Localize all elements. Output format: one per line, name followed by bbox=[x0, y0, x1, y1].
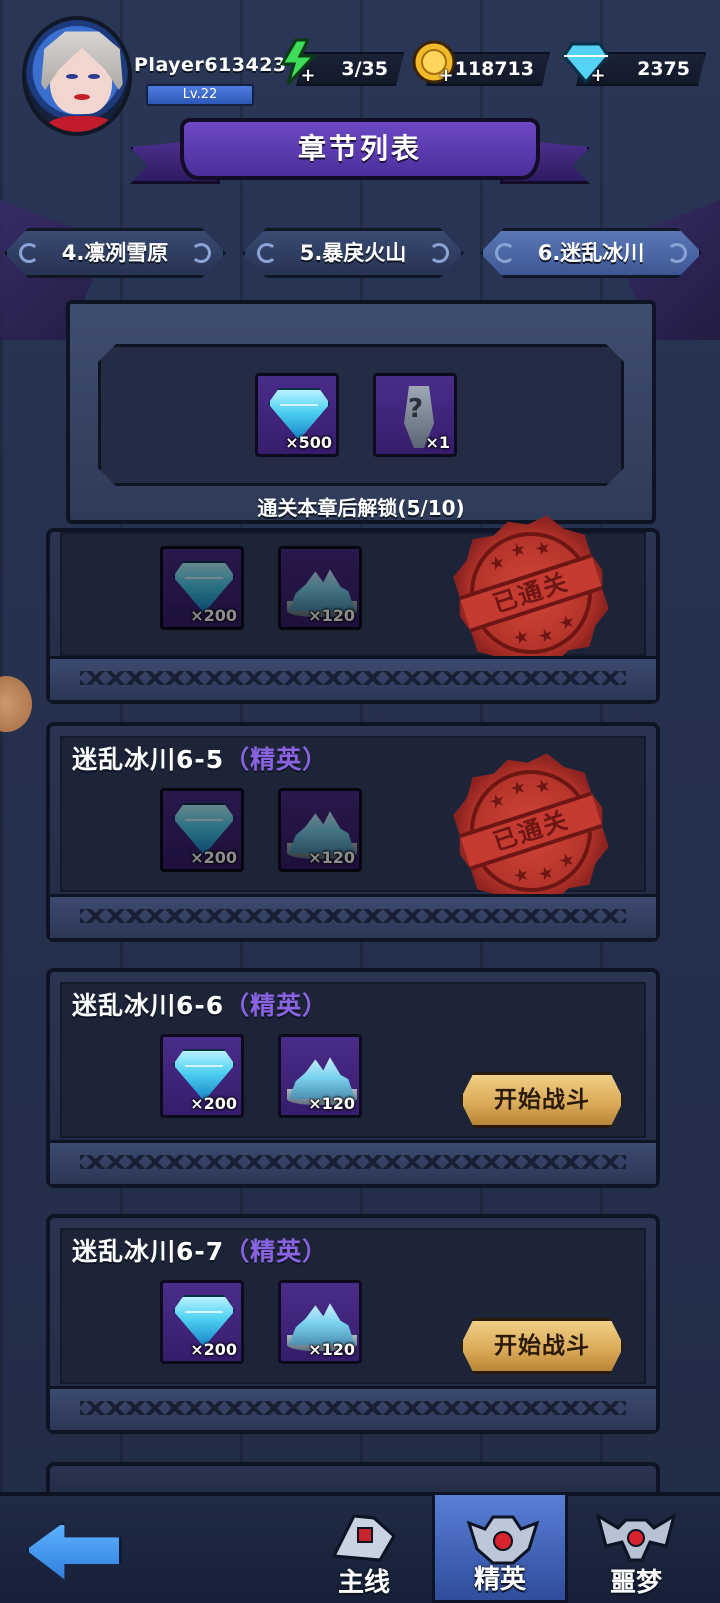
reward-qty: ×120 bbox=[308, 1340, 355, 1359]
tab-chapter-5[interactable]: 5.暴戾火山 bbox=[242, 228, 464, 278]
main-line-icon bbox=[331, 1514, 396, 1562]
reward-qty: ×1 bbox=[425, 433, 450, 452]
gold-plus-icon[interactable]: + bbox=[438, 67, 454, 85]
tab-chapter-4[interactable]: 4.凛冽雪原 bbox=[4, 228, 226, 278]
reward-diamond-slot[interactable]: ×200 bbox=[160, 1034, 244, 1118]
thorn-border bbox=[50, 656, 656, 700]
gem-value: 2375 bbox=[637, 58, 690, 80]
reward-diamond-slot[interactable]: ×200 bbox=[160, 546, 244, 630]
page-title: 章节列表 bbox=[297, 132, 422, 165]
title-banner: 章节列表 bbox=[130, 110, 590, 194]
nav-tab-nightmare[interactable]: 噩梦 bbox=[568, 1492, 704, 1603]
thorn-border bbox=[50, 1386, 656, 1430]
swirl-icon bbox=[429, 243, 449, 263]
reward-qty: ×500 bbox=[285, 433, 332, 452]
gem-plus-icon[interactable]: + bbox=[590, 67, 606, 85]
reward-diamond-slot[interactable]: ×200 bbox=[160, 788, 244, 872]
elite-tag: （精英） bbox=[224, 1237, 329, 1266]
nav-tab-main[interactable]: 主线 bbox=[296, 1492, 432, 1603]
back-arrow-icon bbox=[26, 1522, 122, 1580]
chapter-reward-panel: ×500 ? ×1 通关本章后解锁(5/10) bbox=[66, 300, 656, 524]
stage-title: 迷乱冰川6-6（精英） bbox=[72, 991, 329, 1020]
reward-ore-slot[interactable]: ×120 bbox=[278, 546, 362, 630]
tab-chapter-6[interactable]: 6.迷乱冰川 bbox=[480, 228, 702, 278]
reward-diamond-slot[interactable]: ×500 bbox=[255, 373, 339, 457]
reward-ore-slot[interactable]: ×120 bbox=[278, 1280, 362, 1364]
player-avatar[interactable] bbox=[22, 16, 132, 136]
swirl-icon bbox=[257, 243, 277, 263]
swirl-icon bbox=[667, 243, 687, 263]
thorn-border bbox=[50, 894, 656, 938]
start-battle-button[interactable]: 开始战斗 bbox=[460, 1318, 624, 1374]
ice-ore-icon bbox=[289, 569, 355, 611]
ice-ore-icon bbox=[289, 811, 355, 853]
start-battle-button[interactable]: 开始战斗 bbox=[460, 1072, 624, 1128]
swirl-icon bbox=[495, 243, 515, 263]
reward-qty: ×120 bbox=[308, 606, 355, 625]
player-level: Lv.22 bbox=[146, 84, 254, 106]
stage-title: 迷乱冰川6-5（精英） bbox=[72, 745, 329, 774]
nav-tab-elite[interactable]: 精英 bbox=[432, 1492, 568, 1603]
stage-card-6-5: 迷乱冰川6-5（精英） ×200 ×120 ★ ★ ★ 已通关 ★ ★ ★ bbox=[46, 722, 660, 942]
stage-card-6-7: 迷乱冰川6-7（精英） ×200 ×120 开始战斗 bbox=[46, 1214, 660, 1434]
swirl-icon bbox=[191, 243, 211, 263]
reward-diamond-slot[interactable]: ×200 bbox=[160, 1280, 244, 1364]
reward-qty: ×120 bbox=[308, 848, 355, 867]
stage-title: 迷乱冰川6-7（精英） bbox=[72, 1237, 329, 1266]
ice-ore-icon bbox=[289, 1303, 355, 1345]
player-name: Player613423 bbox=[134, 54, 287, 76]
elite-tag: （精英） bbox=[224, 991, 329, 1020]
stage-card: ×200 ×120 ★ ★ ★ 已通关 ★ ★ ★ bbox=[46, 528, 660, 704]
reward-qty: ×120 bbox=[308, 1094, 355, 1113]
reward-ore-slot[interactable]: ×120 bbox=[278, 1034, 362, 1118]
energy-plus-icon[interactable]: + bbox=[300, 67, 316, 85]
thorn-border bbox=[50, 1140, 656, 1184]
reward-ore-slot[interactable]: ×120 bbox=[278, 788, 362, 872]
reward-qty: ×200 bbox=[190, 606, 237, 625]
reward-qty: ×200 bbox=[190, 848, 237, 867]
reward-mystery-slot[interactable]: ? ×1 bbox=[373, 373, 457, 457]
energy-value: 3/35 bbox=[341, 58, 388, 80]
ice-ore-icon bbox=[289, 1057, 355, 1099]
top-bar: Player613423 Lv.22 3/35 + 118713 + 2375 … bbox=[0, 0, 720, 136]
nightmare-bat-icon bbox=[596, 1513, 676, 1562]
reward-qty: ×200 bbox=[190, 1340, 237, 1359]
back-button[interactable] bbox=[20, 1510, 122, 1596]
reward-qty: ×200 bbox=[190, 1094, 237, 1113]
stage-card-6-6: 迷乱冰川6-6（精英） ×200 ×120 开始战斗 bbox=[46, 968, 660, 1188]
unlock-condition: 通关本章后解锁(5/10) bbox=[257, 496, 465, 520]
swirl-icon bbox=[19, 243, 39, 263]
gold-value: 118713 bbox=[454, 58, 534, 80]
elite-tag: （精英） bbox=[224, 745, 329, 774]
